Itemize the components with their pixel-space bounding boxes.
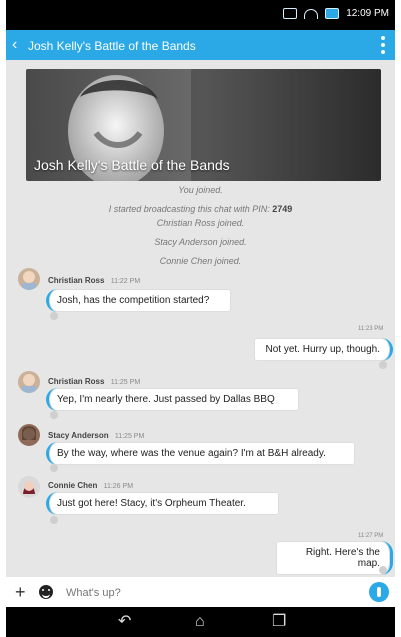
chat-content[interactable]: Josh Kelly's Battle of the Bands You joi… [6, 60, 395, 577]
sender-name: Christian Ross [48, 377, 105, 386]
like-icon[interactable] [50, 516, 58, 524]
message-time: 11:22 PM [110, 278, 141, 285]
sender-name: Stacy Anderson [48, 431, 109, 440]
like-icon[interactable] [50, 411, 58, 419]
avatar[interactable] [18, 268, 40, 290]
system-message: Connie Chen joined. [159, 256, 242, 266]
avatar[interactable] [18, 371, 40, 393]
system-nav-bar: ↶ ⌂ ❐ [6, 607, 395, 637]
back-icon[interactable]: ‹ [12, 37, 17, 53]
system-message: Christian Ross joined. [156, 218, 245, 228]
send-icon[interactable] [369, 582, 389, 602]
back-arrow-icon[interactable]: ↶ [118, 614, 131, 630]
home-icon[interactable]: ⌂ [195, 614, 205, 630]
hero-title: Josh Kelly's Battle of the Bands [34, 157, 230, 173]
message-bubble[interactable]: Josh, has the competition started? [46, 289, 231, 312]
phone-frame: 12:09 PM ‹ Josh Kelly's Battle of the Ba… [6, 0, 395, 637]
message-bubble[interactable]: Right. Here's the map. [276, 541, 393, 575]
system-message: You joined. [178, 185, 223, 195]
notification-icon [283, 8, 298, 19]
recent-apps-icon[interactable]: ❐ [272, 614, 286, 630]
message-sender: Christian Ross 11:22 PM [48, 276, 140, 285]
status-bar: 12:09 PM [6, 0, 395, 30]
avatar-image [18, 476, 40, 498]
message-bubble[interactable]: Not yet. Hurry up, though. [254, 338, 393, 361]
chat-title: Josh Kelly's Battle of the Bands [28, 39, 196, 53]
message-time: 11:23 PM [358, 326, 384, 332]
message-sender: Connie Chen 11:26 PM [48, 481, 133, 490]
message-time: 11:25 PM [114, 433, 145, 440]
message-bubble[interactable]: By the way, where was the venue again? I… [46, 442, 355, 465]
more-dot [381, 43, 385, 47]
like-icon[interactable] [50, 312, 58, 320]
system-message-text: I started broadcasting this chat with PI… [108, 204, 270, 214]
avatar[interactable] [18, 476, 40, 498]
sender-name: Connie Chen [48, 481, 98, 490]
chat-hero-image: Josh Kelly's Battle of the Bands [26, 69, 381, 181]
app-toolbar: ‹ Josh Kelly's Battle of the Bands [6, 30, 395, 60]
battery-icon [325, 8, 340, 19]
more-vert-icon[interactable] [381, 36, 385, 54]
status-indicators: 12:09 PM [283, 8, 389, 19]
more-dot [381, 36, 385, 40]
like-icon[interactable] [379, 566, 387, 574]
message-time: 11:27 PM [358, 533, 384, 539]
more-dot [381, 50, 385, 54]
message-sender: Christian Ross 11:25 PM [48, 377, 140, 386]
avatar-image [18, 424, 40, 446]
message-bubble[interactable]: Just got here! Stacy, it's Orpheum Theat… [46, 492, 279, 515]
avatar-image [18, 268, 40, 290]
plus-icon[interactable]: + [15, 583, 26, 601]
avatar[interactable] [18, 424, 40, 446]
pin-code: 2749 [272, 204, 293, 214]
message-time: 11:26 PM [103, 483, 134, 490]
sender-name: Christian Ross [48, 276, 105, 285]
emoji-icon[interactable] [39, 585, 53, 599]
status-time: 12:09 PM [346, 8, 389, 19]
like-icon[interactable] [50, 464, 58, 472]
message-time: 11:25 PM [110, 379, 141, 386]
message-bubble[interactable]: Yep, I'm nearly there. Just passed by Da… [46, 388, 299, 411]
like-icon[interactable] [379, 361, 387, 369]
message-input[interactable] [64, 583, 368, 603]
wifi-icon [304, 8, 319, 19]
message-composer: + [6, 577, 395, 607]
avatar-image [18, 371, 40, 393]
message-sender: Stacy Anderson 11:25 PM [48, 431, 144, 440]
system-message-pin: I started broadcasting this chat with PI… [6, 204, 395, 214]
system-message: Stacy Anderson joined. [154, 237, 247, 247]
